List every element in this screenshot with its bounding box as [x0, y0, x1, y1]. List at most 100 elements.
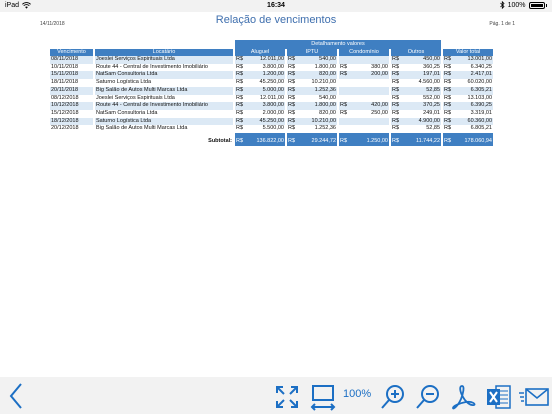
- report-title: Relação de vencimentos: [215, 14, 337, 26]
- table-row[interactable]: 15/12/2018 NatSam Consultoria Ltda R$ 2.000…: [50, 109, 493, 118]
- cell-total: 6.805,21: [470, 125, 492, 132]
- col-header-iptu[interactable]: IPTU: [287, 49, 337, 56]
- currency-symbol: R$: [236, 125, 244, 132]
- battery-percent: 100%: [507, 1, 526, 9]
- cell-empty: [339, 117, 349, 126]
- cell-total: 13.001,00: [453, 56, 493, 64]
- currency-symbol: R$: [287, 133, 297, 147]
- currency-symbol: R$: [235, 86, 245, 95]
- cell-locatario: Saturno Logística Ltda: [95, 117, 233, 126]
- col-header-locatario[interactable]: Locatário: [95, 49, 233, 56]
- currency-symbol: R$: [288, 63, 296, 70]
- table-row[interactable]: 20/11/2018 Big Salão de Autos Multi Marca…: [50, 86, 493, 95]
- currency-symbol: R$: [444, 79, 452, 86]
- table-row[interactable]: 08/12/2018 Joeslei Serviços Espirituais L…: [50, 94, 493, 103]
- cell-iptu: 820,00: [297, 71, 337, 80]
- table-row[interactable]: 20/12/2018 Big Salão de Autos Multi Marca…: [50, 125, 493, 134]
- cell-locatario: Route 44 - Central de Investimento Imobi…: [95, 102, 233, 110]
- cell-outros: 360,25: [423, 63, 440, 70]
- cell-condominio: [349, 117, 389, 126]
- currency-symbol: R$: [443, 56, 453, 64]
- table-row[interactable]: 15/11/2018 NatSam Consultoria Ltda R$ 1.200…: [50, 71, 493, 80]
- currency-symbol: R$: [444, 63, 452, 70]
- cell-aluguel: 5.500,00: [262, 125, 284, 132]
- col-header-aluguel[interactable]: Aluguel: [235, 49, 285, 56]
- zoom-out-icon[interactable]: [415, 384, 441, 410]
- excel-icon[interactable]: [486, 383, 512, 411]
- cell-locatario: Route 44 - Central de Investimento Imobi…: [96, 63, 208, 70]
- currency-symbol: R$: [391, 102, 401, 110]
- cell-outros: 4.560,00: [418, 79, 440, 86]
- currency-symbol: R$: [235, 133, 245, 147]
- currency-symbol: R$: [235, 71, 245, 80]
- currency-symbol: R$: [391, 71, 401, 80]
- cell-vencimento: 18/11/2018: [51, 79, 79, 86]
- fit-width-icon[interactable]: [310, 384, 336, 412]
- cell-locatario: NatSam Consultoria Ltda: [96, 109, 158, 116]
- currency-symbol: R$: [443, 71, 453, 80]
- cell-condominio: [349, 56, 389, 64]
- cell-locatario: Big Salão de Autos Multi Marcas Ltda: [95, 86, 233, 95]
- currency-symbol: R$: [392, 94, 400, 101]
- cell-empty: [339, 125, 349, 133]
- cell-iptu: 10.210,00: [311, 79, 336, 86]
- bluetooth-icon: [499, 1, 505, 9]
- subtotal-aluguel: 136.822,00: [245, 133, 285, 147]
- currency-symbol: R$: [391, 133, 401, 147]
- cell-aluguel: 1.200,00: [245, 71, 285, 80]
- cell-aluguel: 3.800,00: [245, 102, 285, 110]
- currency-symbol: R$: [287, 102, 297, 110]
- cell-outros: 450,00: [401, 56, 441, 64]
- cell-total: 3.319,01: [470, 109, 492, 116]
- currency-symbol: R$: [287, 71, 297, 80]
- col-header-outros[interactable]: Outros: [391, 49, 441, 56]
- currency-symbol: R$: [443, 102, 453, 110]
- currency-symbol: R$: [444, 125, 452, 132]
- table-row[interactable]: 10/11/2018 Route 44 - Central de Investim…: [50, 63, 493, 72]
- cell-outros: 52,85: [426, 125, 440, 132]
- currency-symbol: R$: [236, 79, 244, 86]
- table-row[interactable]: 18/11/2018 Saturno Logística Ltda R$ 45.250…: [50, 79, 493, 87]
- col-header-total[interactable]: Valor total: [443, 49, 493, 56]
- subtotal-iptu: 29.244,72: [297, 133, 337, 147]
- table-row[interactable]: 10/12/2018 Route 44 - Central de Investim…: [50, 102, 493, 110]
- cell-locatario: Saturno Logística Ltda: [96, 79, 152, 86]
- currency-symbol: R$: [392, 125, 400, 132]
- cell-condominio: 420,00: [349, 102, 389, 110]
- email-icon[interactable]: [518, 386, 550, 408]
- table-body: 08/11/2018 Joeslei Serviços Espirituais L…: [50, 56, 493, 134]
- subtotal-row: Subtotal: R$ 136.822,00 R$ 29.244,72 R$ …: [50, 133, 493, 147]
- currency-symbol: R$: [392, 109, 400, 116]
- col-header-vencimento[interactable]: Vencimento: [50, 49, 93, 56]
- currency-symbol: R$: [235, 56, 245, 64]
- currency-symbol: R$: [236, 109, 244, 116]
- currency-symbol: R$: [391, 86, 401, 95]
- currency-symbol: R$: [340, 63, 348, 70]
- cell-aluguel: 45.250,00: [259, 79, 284, 86]
- cell-iptu: 1.252,36: [314, 125, 336, 132]
- cell-aluguel: 45.250,00: [245, 117, 285, 126]
- currency-symbol: R$: [235, 102, 245, 110]
- zoom-level[interactable]: 100%: [343, 388, 371, 400]
- cell-aluguel: 12.011,00: [259, 94, 284, 101]
- back-icon[interactable]: [8, 382, 24, 410]
- cell-condominio: 250,00: [371, 109, 388, 116]
- cell-locatario: Joeslei Serviços Espirituais Ltda: [95, 56, 233, 64]
- pdf-icon[interactable]: [450, 384, 476, 410]
- cell-condominio: [349, 86, 389, 95]
- currency-symbol: R$: [287, 86, 297, 95]
- subtotal-condominio: 1.250,00: [349, 133, 389, 147]
- currency-symbol: R$: [392, 63, 400, 70]
- table-row[interactable]: 18/12/2018 Saturno Logística Ltda R$ 45.250…: [50, 117, 493, 126]
- col-header-condominio[interactable]: Condomínio: [339, 49, 389, 56]
- fullscreen-icon[interactable]: [275, 385, 299, 409]
- currency-symbol: R$: [443, 133, 453, 147]
- currency-symbol: R$: [288, 79, 296, 86]
- battery-tip: [545, 3, 547, 7]
- cell-vencimento: 08/11/2018: [50, 56, 93, 64]
- currency-symbol: R$: [339, 102, 349, 110]
- zoom-in-icon[interactable]: [380, 384, 406, 410]
- cell-aluguel: 5.000,00: [245, 86, 285, 95]
- currency-symbol: R$: [288, 94, 296, 101]
- table-row[interactable]: 08/11/2018 Joeslei Serviços Espirituais L…: [50, 56, 493, 64]
